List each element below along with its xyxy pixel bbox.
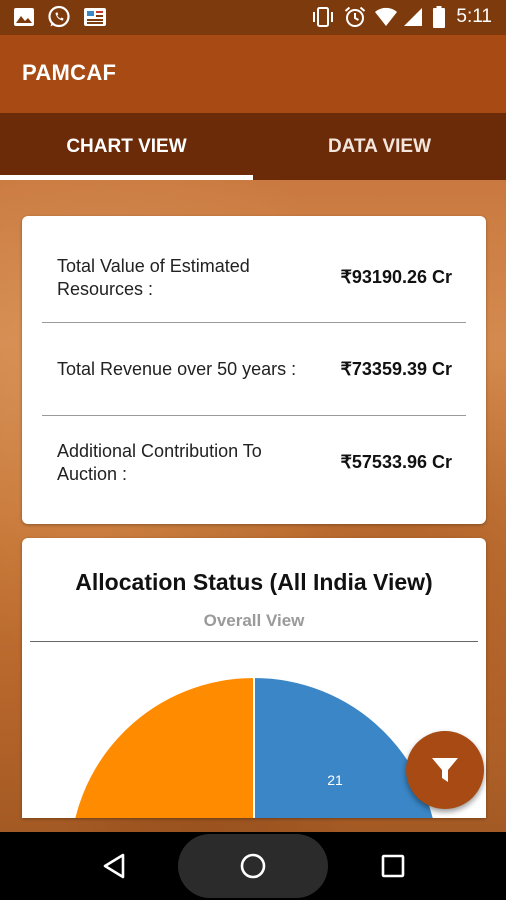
summary-row-total-revenue: Total Revenue over 50 years : ₹73359.39 … <box>42 323 466 416</box>
back-button[interactable] <box>96 848 132 884</box>
summary-value: ₹93190.26 Cr <box>340 267 452 287</box>
whatsapp-icon <box>46 5 72 28</box>
pie-slice-orange[interactable] <box>69 675 255 818</box>
summary-label: Total Value of Estimated Resources : <box>57 255 250 299</box>
image-icon <box>12 6 36 28</box>
summary-row-estimated-resources: Total Value of Estimated Resources : ₹93… <box>42 231 466 324</box>
recents-icon <box>381 854 405 878</box>
app-title: PAMCAF <box>22 60 117 85</box>
filter-button[interactable] <box>406 731 484 809</box>
filter-icon <box>432 758 458 782</box>
summary-value: ₹73359.39 Cr <box>340 359 452 379</box>
news-icon <box>82 6 108 28</box>
vibrate-icon <box>311 6 335 28</box>
status-bar: 5:11 <box>0 0 506 35</box>
app-bar: PAMCAF <box>0 35 506 113</box>
home-icon <box>240 853 266 879</box>
signal-icon <box>402 6 424 28</box>
summary-row-additional-contribution: Additional Contribution To Auction : ₹57… <box>42 416 466 509</box>
wifi-icon <box>374 6 398 28</box>
summary-label: Additional Contribution To Auction : <box>57 440 262 484</box>
chart-title: Allocation Status (All India View) <box>75 569 433 595</box>
chart-subtitle: Overall View <box>203 611 305 630</box>
tab-data-view[interactable]: DATA VIEW <box>253 113 506 180</box>
tab-chart-view[interactable]: CHART VIEW <box>0 113 253 180</box>
pie-slice-blue-label: 21 <box>327 772 343 788</box>
home-button[interactable] <box>235 848 271 884</box>
tab-bar: CHART VIEW DATA VIEW <box>0 113 506 180</box>
status-time: 5:11 <box>456 6 492 27</box>
battery-icon <box>432 6 446 28</box>
summary-card: Total Value of Estimated Resources : ₹93… <box>22 216 486 524</box>
pie-slice-blue[interactable] <box>253 675 439 818</box>
alarm-icon <box>343 6 367 28</box>
summary-value: ₹57533.96 Cr <box>340 452 452 472</box>
summary-label: Total Revenue over 50 years : <box>57 359 297 379</box>
back-icon <box>103 853 125 879</box>
navigation-bar <box>0 832 506 900</box>
recents-button[interactable] <box>375 848 411 884</box>
